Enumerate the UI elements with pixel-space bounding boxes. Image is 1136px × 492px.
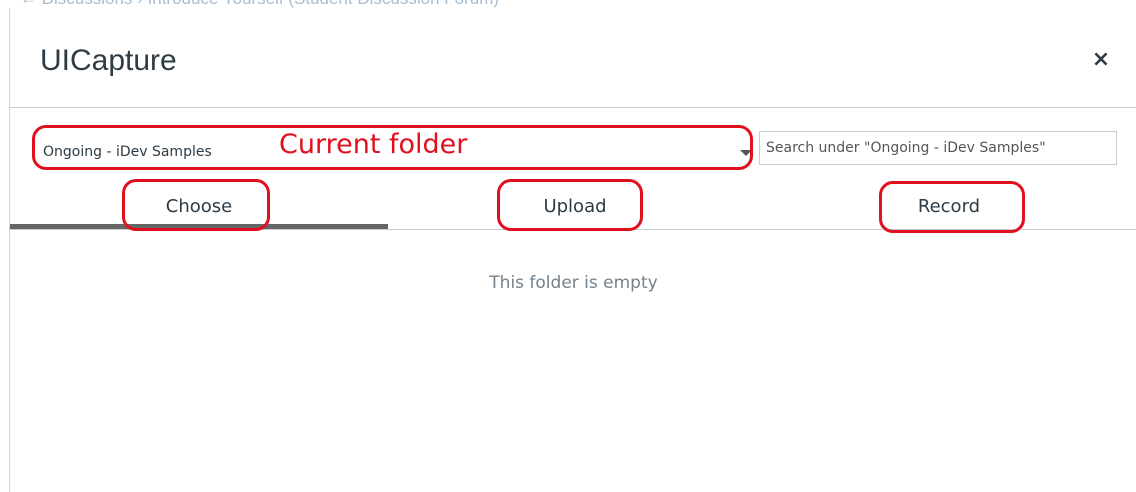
annotation-current-folder-label: Current folder: [279, 129, 468, 160]
annotation-record-tab: [879, 181, 1025, 233]
modal-title: UICapture: [40, 44, 177, 77]
annotation-choose-tab: [122, 179, 270, 231]
search-input[interactable]: [759, 131, 1117, 165]
annotation-upload-tab: [497, 179, 643, 231]
modal-header: UICapture ×: [10, 8, 1136, 108]
close-button[interactable]: ×: [1089, 48, 1113, 72]
uicapture-modal: UICapture × Ongoing - iDev Samples Choos…: [9, 8, 1136, 492]
empty-folder-message: This folder is empty: [489, 273, 658, 293]
close-icon: ×: [1091, 47, 1111, 72]
